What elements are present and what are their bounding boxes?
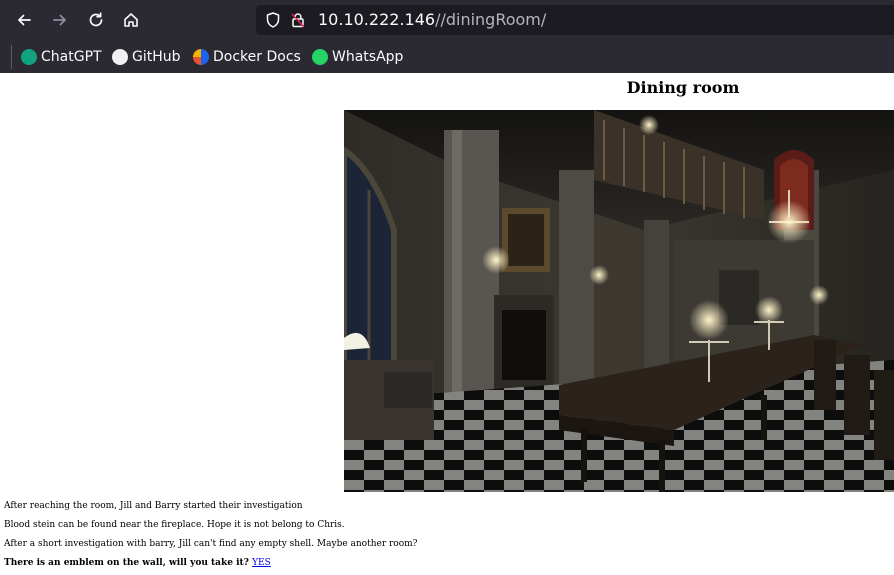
bookmark-github[interactable]: GitHub [112,47,181,67]
bookmark-chatgpt[interactable]: ChatGPT [21,47,102,67]
reload-button[interactable] [82,6,110,34]
story-line-3: After a short investigation with barry, … [4,539,418,549]
bookmark-label: GitHub [132,49,181,65]
forward-arrow-icon [53,14,66,26]
bookmark-label: Docker Docs [213,49,301,65]
story-line-1: After reaching the room, Jill and Barry … [4,501,303,511]
url-text[interactable]: 10.10.222.146//diningRoom/ [318,10,546,29]
bookmark-label: ChatGPT [41,49,102,65]
yes-link[interactable]: YES [252,558,271,568]
chatgpt-icon [21,49,37,65]
github-icon [112,49,128,65]
home-icon [124,13,138,27]
reload-icon [89,12,103,27]
back-arrow-icon [18,14,31,26]
emblem-question: There is an emblem on the wall, will you… [4,558,271,568]
question-text: There is an emblem on the wall, will you… [4,558,249,568]
browser-toolbar: 10.10.222.146//diningRoom/ [0,0,894,40]
dining-room-image [344,110,894,492]
bookmarks-toolbar: ChatGPT GitHub Docker Docs WhatsApp [0,41,894,73]
story-line-2: Blood stein can be found near the firepl… [4,520,345,530]
insecure-lock-icon[interactable] [289,11,307,29]
bookmark-whatsapp[interactable]: WhatsApp [312,47,403,67]
url-host: 10.10.222.146 [318,10,436,29]
bookmark-label: WhatsApp [332,49,404,65]
page-title: Dining room [626,78,740,97]
bookmarks-divider [11,45,12,69]
dining-room-scene [344,110,894,492]
tracking-shield-icon[interactable] [264,11,282,29]
url-path: //diningRoom/ [435,10,547,29]
browser-chrome: 10.10.222.146//diningRoom/ ChatGPT GitHu… [0,0,894,73]
bookmark-docker-docs[interactable]: Docker Docs [193,47,301,67]
whatsapp-icon [312,49,328,65]
back-button[interactable] [10,6,38,34]
forward-button[interactable] [46,6,74,34]
home-button[interactable] [117,6,145,34]
docker-icon [193,49,209,65]
address-bar[interactable]: 10.10.222.146//diningRoom/ [256,5,894,35]
